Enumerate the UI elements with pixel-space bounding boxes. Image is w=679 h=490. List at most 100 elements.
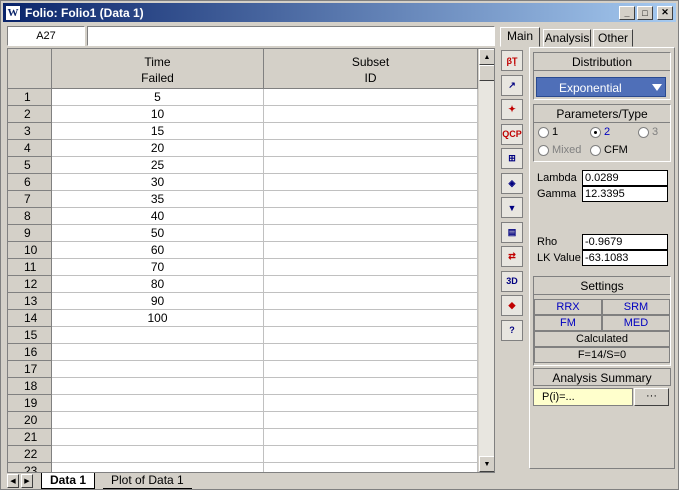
analysis-summary-more-button[interactable]: ···	[634, 388, 669, 406]
row-header[interactable]: 17	[8, 361, 52, 378]
subset-id-cell[interactable]	[264, 344, 478, 361]
row-header[interactable]: 2	[8, 106, 52, 123]
row-header[interactable]: 13	[8, 293, 52, 310]
row-header[interactable]: 14	[8, 310, 52, 327]
subset-id-cell[interactable]	[264, 174, 478, 191]
subset-id-cell[interactable]	[264, 157, 478, 174]
subset-id-cell[interactable]	[264, 361, 478, 378]
subset-id-cell[interactable]	[264, 293, 478, 310]
cell-reference-box[interactable]: A27	[7, 26, 85, 46]
vertical-scrollbar[interactable]: ▲ ▼	[478, 49, 494, 472]
row-header[interactable]: 1	[8, 89, 52, 106]
time-failed-cell[interactable]	[52, 412, 264, 429]
row-header[interactable]: 10	[8, 242, 52, 259]
subset-id-cell[interactable]	[264, 446, 478, 463]
time-failed-cell[interactable]: 90	[52, 293, 264, 310]
subset-id-cell[interactable]	[264, 378, 478, 395]
row-header[interactable]: 23	[8, 463, 52, 472]
fm-button[interactable]: FM	[534, 315, 602, 331]
subset-id-cell[interactable]	[264, 327, 478, 344]
subset-id-cell[interactable]	[264, 106, 478, 123]
subset-id-cell[interactable]	[264, 276, 478, 293]
column-header-subset-id[interactable]: Subset ID	[264, 49, 478, 89]
select-all-corner[interactable]	[8, 49, 52, 89]
tab-other[interactable]: Other	[593, 29, 633, 47]
subset-id-cell[interactable]	[264, 140, 478, 157]
row-header[interactable]: 6	[8, 174, 52, 191]
distribution-select[interactable]: Exponential	[536, 77, 666, 97]
time-failed-cell[interactable]: 100	[52, 310, 264, 327]
subset-id-cell[interactable]	[264, 429, 478, 446]
rrx-button[interactable]: RRX	[534, 299, 602, 315]
time-failed-cell[interactable]	[52, 446, 264, 463]
time-failed-cell[interactable]: 15	[52, 123, 264, 140]
beta-icon[interactable]: βŢ	[501, 50, 523, 71]
row-header[interactable]: 3	[8, 123, 52, 140]
radio-cfm[interactable]: CFM	[590, 144, 628, 156]
scroll-up-arrow-icon[interactable]: ▲	[479, 49, 494, 65]
tab-plot-of-data-1[interactable]: Plot of Data 1	[103, 473, 192, 489]
time-failed-cell[interactable]	[52, 378, 264, 395]
close-button[interactable]: ✕	[657, 5, 673, 20]
radio-mixed[interactable]: Mixed	[538, 144, 581, 156]
time-failed-cell[interactable]: 40	[52, 208, 264, 225]
tab-analysis[interactable]: Analysis	[543, 29, 591, 47]
row-header[interactable]: 11	[8, 259, 52, 276]
tab-data-1[interactable]: Data 1	[41, 473, 96, 489]
radio-2-param[interactable]: 2	[590, 126, 610, 138]
row-header[interactable]: 21	[8, 429, 52, 446]
subset-id-cell[interactable]	[264, 191, 478, 208]
time-failed-cell[interactable]	[52, 327, 264, 344]
row-header[interactable]: 16	[8, 344, 52, 361]
wand-icon[interactable]: ✦	[501, 99, 523, 120]
row-header[interactable]: 9	[8, 225, 52, 242]
scroll-down-arrow-icon[interactable]: ▼	[479, 456, 494, 472]
time-failed-cell[interactable]	[52, 361, 264, 378]
row-header[interactable]: 7	[8, 191, 52, 208]
column-header-time-failed[interactable]: Time Failed	[52, 49, 264, 89]
3d-plot-icon[interactable]: 3D	[501, 270, 523, 292]
subset-id-cell[interactable]	[264, 259, 478, 276]
plot-icon[interactable]: ↗	[501, 74, 523, 96]
analysis-summary-field[interactable]: P(i)=...	[533, 388, 633, 406]
time-failed-cell[interactable]: 30	[52, 174, 264, 191]
tab-next-arrow-icon[interactable]: ▶	[21, 474, 33, 488]
time-failed-cell[interactable]	[52, 344, 264, 361]
formula-input[interactable]	[87, 26, 495, 46]
row-header[interactable]: 22	[8, 446, 52, 463]
time-failed-cell[interactable]: 20	[52, 140, 264, 157]
transfer-icon[interactable]: ⇄	[501, 246, 523, 267]
grid-plot-icon[interactable]: ⊞	[501, 148, 523, 169]
time-failed-cell[interactable]: 80	[52, 276, 264, 293]
radio-3-param[interactable]: 3	[638, 126, 658, 138]
time-failed-cell[interactable]	[52, 429, 264, 446]
time-failed-cell[interactable]: 35	[52, 191, 264, 208]
row-header[interactable]: 19	[8, 395, 52, 412]
row-header[interactable]: 4	[8, 140, 52, 157]
scroll-thumb[interactable]	[479, 65, 494, 81]
diamond-info-icon[interactable]: ◈	[501, 172, 523, 194]
subset-id-cell[interactable]	[264, 208, 478, 225]
radio-1-param[interactable]: 1	[538, 126, 558, 138]
time-failed-cell[interactable]	[52, 395, 264, 412]
qcp-icon[interactable]: QCP	[501, 123, 523, 145]
help-icon[interactable]: ?	[501, 319, 523, 341]
subset-id-cell[interactable]	[264, 463, 478, 472]
med-button[interactable]: MED	[602, 315, 670, 331]
funnel-icon[interactable]: ▼	[501, 197, 523, 218]
subset-id-cell[interactable]	[264, 310, 478, 327]
time-failed-cell[interactable]: 60	[52, 242, 264, 259]
time-failed-cell[interactable]	[52, 463, 264, 472]
row-header[interactable]: 18	[8, 378, 52, 395]
maximize-button[interactable]: □	[637, 5, 653, 20]
row-header[interactable]: 8	[8, 208, 52, 225]
time-failed-cell[interactable]: 10	[52, 106, 264, 123]
time-failed-cell[interactable]: 70	[52, 259, 264, 276]
report-icon[interactable]: ▤	[501, 221, 523, 243]
row-header[interactable]: 15	[8, 327, 52, 344]
row-header[interactable]: 20	[8, 412, 52, 429]
subset-id-cell[interactable]	[264, 242, 478, 259]
tab-main[interactable]: Main	[500, 27, 540, 47]
tab-prev-arrow-icon[interactable]: ◀	[7, 474, 19, 488]
time-failed-cell[interactable]: 5	[52, 89, 264, 106]
